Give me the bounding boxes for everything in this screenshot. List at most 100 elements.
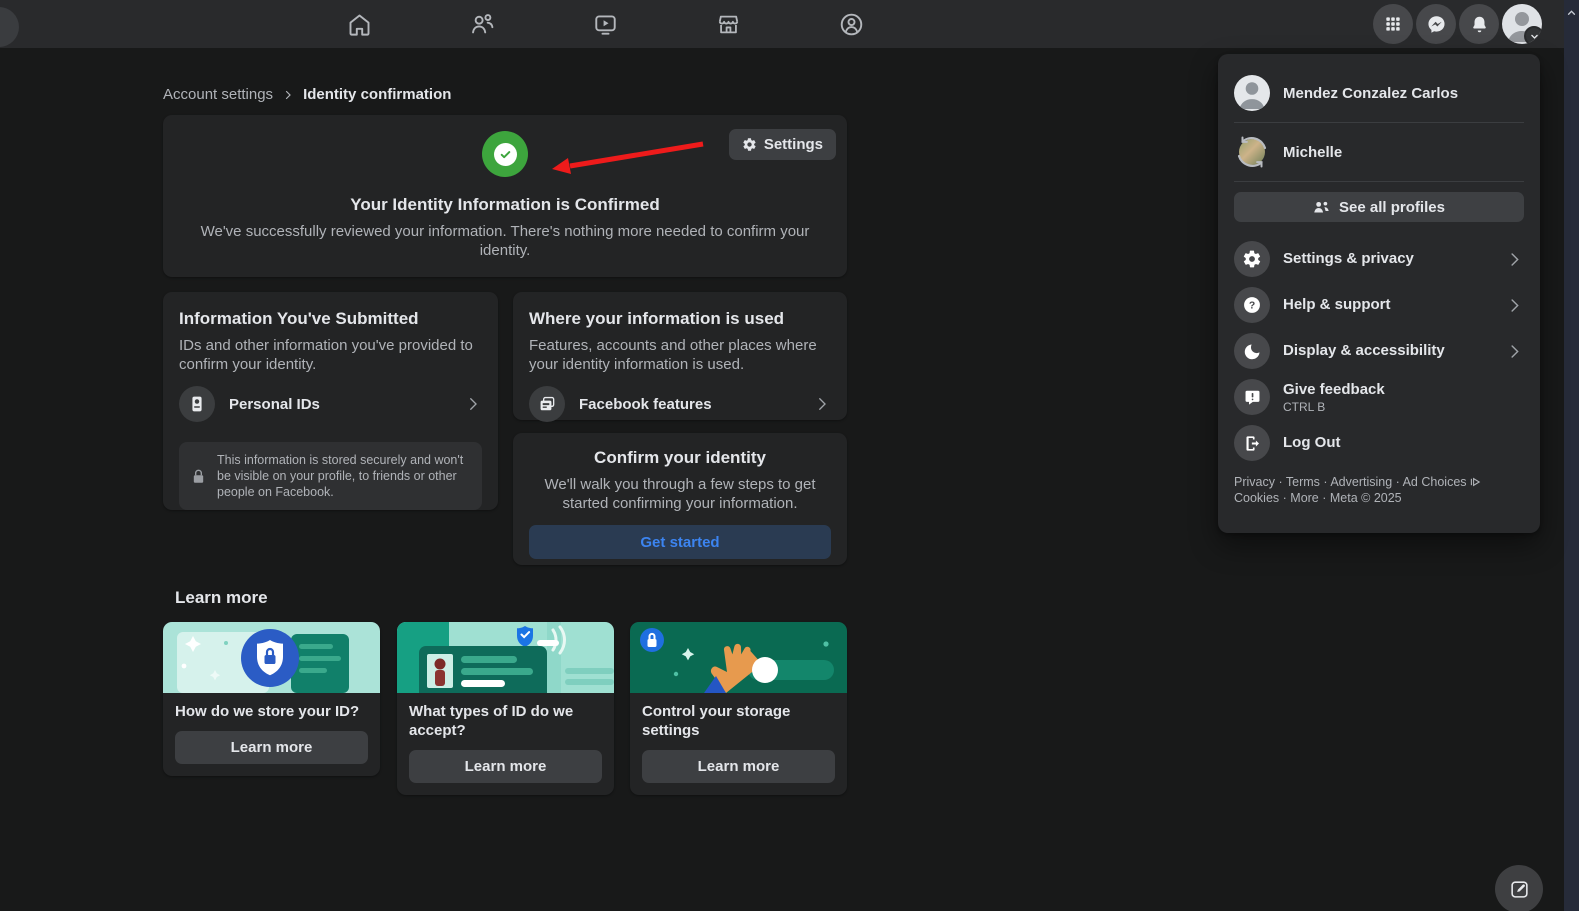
footer-link[interactable]: Ad Choices — [1392, 475, 1466, 489]
chevron-right-icon — [1505, 296, 1524, 315]
apps-grid-icon — [1383, 14, 1403, 34]
friends-icon — [469, 11, 496, 38]
nav-tabs — [335, 0, 875, 48]
footer-link[interactable]: Meta © 2025 — [1319, 491, 1402, 505]
learn-more-card-title: Control your storage settings — [642, 702, 835, 740]
breadcrumb-current: Identity confirmation — [303, 86, 451, 103]
groups-tab[interactable] — [827, 0, 875, 48]
notifications-button[interactable] — [1459, 4, 1499, 44]
usage-card: Where your information is used Features,… — [513, 292, 847, 420]
lock-icon — [191, 468, 206, 485]
cta-description: We'll walk you through a few steps to ge… — [529, 475, 831, 513]
menu-item-settings-privacy[interactable]: Settings & privacy — [1234, 236, 1524, 282]
feedback-icon — [1234, 379, 1270, 415]
footer-link[interactable]: Cookies — [1234, 491, 1279, 505]
watch-icon — [592, 11, 619, 38]
profile-row-switch[interactable]: Michelle — [1234, 125, 1524, 179]
scrollbar[interactable] — [1564, 0, 1579, 911]
scroll-up-icon[interactable] — [1566, 8, 1577, 18]
learn-more-button[interactable]: Learn more — [642, 750, 835, 783]
messenger-button[interactable] — [1416, 4, 1456, 44]
switch-arrows-icon — [1234, 134, 1270, 170]
settings-button[interactable]: Settings — [729, 129, 836, 160]
get-started-button[interactable]: Get started — [529, 525, 831, 559]
footer-link[interactable]: More — [1279, 491, 1319, 505]
submitted-info-card: Information You've Submitted IDs and oth… — [163, 292, 498, 510]
learn-more-button[interactable]: Learn more — [409, 750, 602, 783]
chevron-right-icon — [282, 89, 294, 101]
watch-tab[interactable] — [581, 0, 629, 48]
breadcrumb-parent-link[interactable]: Account settings — [163, 86, 273, 103]
id-card-icon — [179, 386, 215, 422]
store-id-illustration — [163, 622, 380, 693]
stacked-cards-icon — [529, 386, 565, 422]
facebook-features-row[interactable]: Facebook features — [529, 386, 831, 422]
nav-actions — [1373, 4, 1542, 44]
footer-link[interactable]: Terms — [1275, 475, 1320, 489]
secure-storage-note: This information is stored securely and … — [179, 442, 482, 510]
menu-item-label: Help & support — [1283, 296, 1391, 314]
profile-name: Mendez Conzalez Carlos — [1283, 85, 1458, 102]
usage-title: Where your information is used — [529, 308, 831, 330]
facebook-features-label: Facebook features — [579, 396, 712, 413]
divider — [1234, 181, 1524, 182]
learn-more-card-title: How do we store your ID? — [175, 702, 368, 721]
profiles-people-icon — [1313, 200, 1330, 215]
footer-link[interactable]: Advertising — [1320, 475, 1392, 489]
learn-more-title: Learn more — [175, 588, 268, 608]
profile-name: Michelle — [1283, 144, 1342, 161]
breadcrumb: Account settings Identity confirmation — [163, 86, 451, 103]
menu-item-label: Display & accessibility — [1283, 342, 1445, 360]
friends-tab[interactable] — [458, 0, 506, 48]
menu-list: Settings & privacy ? Help & support Dis — [1234, 236, 1524, 466]
learn-more-button[interactable]: Learn more — [175, 731, 368, 764]
submitted-title: Information You've Submitted — [179, 308, 482, 330]
storage-settings-illustration — [630, 622, 847, 693]
home-icon — [346, 11, 373, 38]
compose-button[interactable] — [1495, 865, 1543, 911]
id-types-illustration — [397, 622, 614, 693]
confirmation-title: Your Identity Information is Confirmed — [163, 195, 847, 215]
profile-avatar — [1234, 75, 1270, 111]
learn-more-card-storage-settings: Control your storage settings Learn more — [630, 622, 847, 795]
logout-icon — [1234, 425, 1270, 461]
menu-item-label: Give feedback — [1283, 381, 1385, 399]
confirmed-check-icon — [482, 131, 528, 177]
cta-title: Confirm your identity — [529, 447, 831, 469]
marketplace-tab[interactable] — [704, 0, 752, 48]
chevron-right-icon — [464, 395, 482, 413]
confirmation-description: We've successfully reviewed your informa… — [195, 222, 815, 260]
divider — [1234, 122, 1524, 123]
compose-pencil-icon — [1509, 879, 1530, 900]
account-button[interactable] — [1502, 4, 1542, 44]
marketplace-icon — [715, 11, 742, 38]
chevron-down-icon — [1524, 26, 1542, 44]
home-tab[interactable] — [335, 0, 383, 48]
menu-item-help-support[interactable]: ? Help & support — [1234, 282, 1524, 328]
facebook-settings-page: Account settings Identity confirmation S… — [0, 0, 1579, 911]
messenger-icon — [1426, 14, 1447, 35]
menu-item-log-out[interactable]: Log Out — [1234, 420, 1524, 466]
see-all-profiles-button[interactable]: See all profiles — [1234, 192, 1524, 222]
personal-ids-label: Personal IDs — [229, 396, 320, 413]
chevron-right-icon — [1505, 342, 1524, 361]
svg-text:?: ? — [1249, 301, 1255, 312]
profile-row-primary[interactable]: Mendez Conzalez Carlos — [1234, 66, 1524, 120]
annotation-arrow — [540, 133, 710, 178]
question-icon: ? — [1234, 287, 1270, 323]
chevron-right-icon — [813, 395, 831, 413]
menu-item-label: Settings & privacy — [1283, 250, 1414, 268]
apps-menu-button[interactable] — [1373, 4, 1413, 44]
footer-link[interactable]: Privacy — [1234, 475, 1275, 489]
chevron-right-icon — [1505, 250, 1524, 269]
moon-icon — [1234, 333, 1270, 369]
personal-ids-row[interactable]: Personal IDs — [179, 386, 482, 422]
settings-button-label: Settings — [764, 136, 823, 153]
secure-storage-text: This information is stored securely and … — [217, 452, 470, 500]
menu-item-display-accessibility[interactable]: Display & accessibility — [1234, 328, 1524, 374]
partial-left-button[interactable] — [0, 7, 19, 47]
menu-item-give-feedback[interactable]: Give feedback CTRL B — [1234, 374, 1524, 420]
menu-item-shortcut: CTRL B — [1283, 400, 1385, 414]
account-dropdown-menu: Mendez Conzalez Carlos Michelle See all … — [1218, 54, 1540, 533]
identity-confirmed-card: Settings Your Identity Information is Co… — [163, 115, 847, 277]
